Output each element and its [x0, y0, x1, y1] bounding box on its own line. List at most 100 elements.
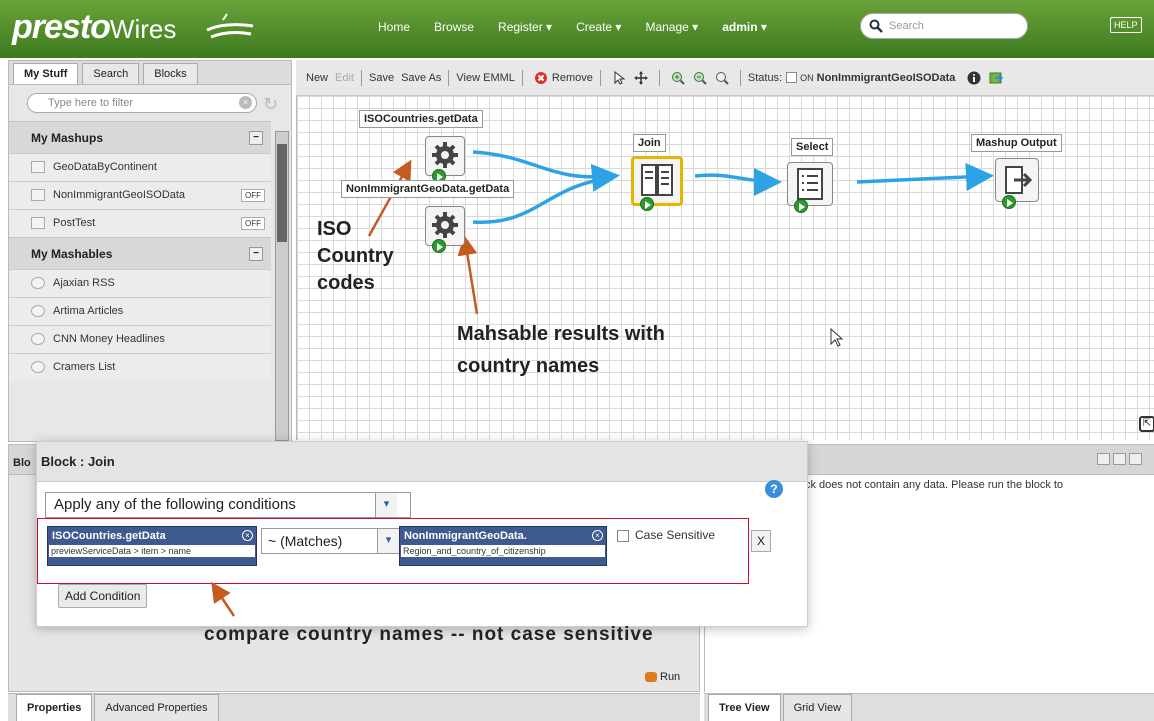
mashup-output-block[interactable] — [995, 158, 1039, 209]
mashup-icon — [31, 189, 45, 202]
save-button[interactable]: Save — [369, 72, 394, 84]
my-mashables-header[interactable]: My Mashables − — [9, 237, 271, 269]
mashable-item[interactable]: Artima Articles — [9, 297, 271, 325]
run-icon — [645, 672, 657, 683]
select-block-label: Select — [791, 138, 834, 156]
status-badge[interactable]: OFF — [241, 217, 265, 230]
collapse-icon[interactable]: − — [249, 131, 263, 145]
gear-icon — [432, 142, 458, 168]
operator-value: ~ (Matches) — [268, 533, 343, 549]
tab-grid-view[interactable]: Grid View — [782, 694, 853, 721]
remove-condition-button[interactable]: X — [751, 530, 771, 552]
globe-icon — [31, 305, 45, 318]
mashup-item[interactable]: PostTest OFF — [9, 209, 271, 237]
nav-browse[interactable]: Browse — [434, 20, 474, 34]
empty-data-message: ck does not contain any data. Please run… — [805, 479, 1064, 491]
move-icon[interactable] — [633, 70, 648, 85]
mashup-canvas[interactable]: ISOCountries.getData NonImmigrantGeoData… — [296, 96, 1154, 440]
clear-filter-icon[interactable]: × — [239, 96, 252, 109]
logo-bold-text: presto — [12, 8, 111, 46]
run-block-icon[interactable] — [1002, 195, 1016, 209]
remove-icon[interactable] — [534, 71, 548, 85]
minimize-icon[interactable] — [1113, 453, 1126, 465]
maximize-icon[interactable] — [1129, 453, 1142, 465]
main-nav: Home Browse Register ▾ Create ▾ Manage ▾… — [378, 20, 775, 34]
right-field-chip[interactable]: NonImmigrantGeoData. Region_and_country_… — [399, 526, 607, 566]
collapse-panel-icon[interactable] — [1097, 453, 1110, 465]
mashable-label: Artima Articles — [53, 305, 124, 317]
tab-tree-view[interactable]: Tree View — [708, 694, 781, 721]
zoom-in-icon[interactable] — [671, 71, 685, 85]
iso-block-label: ISOCountries.getData — [359, 110, 483, 128]
remove-button[interactable]: Remove — [552, 72, 593, 84]
output-icon — [1005, 166, 1033, 194]
my-mashups-title: My Mashups — [31, 131, 104, 145]
left-field-chip[interactable]: ISOCountries.getData previewServiceData … — [47, 526, 257, 566]
nav-home[interactable]: Home — [378, 20, 410, 34]
add-condition-button[interactable]: Add Condition — [58, 584, 148, 608]
help-icon[interactable]: ? — [765, 480, 783, 498]
tab-blocks[interactable]: Blocks — [143, 63, 198, 84]
mashable-item[interactable]: Cramers List — [9, 353, 271, 381]
nav-manage[interactable]: Manage ▾ — [645, 20, 698, 34]
my-mashups-header[interactable]: My Mashups − — [9, 121, 271, 153]
case-sensitive-checkbox[interactable] — [617, 529, 629, 542]
help-button[interactable]: HELP — [1110, 17, 1142, 33]
join-block[interactable] — [631, 156, 683, 211]
collapse-icon[interactable]: − — [249, 247, 263, 261]
tab-my-stuff[interactable]: My Stuff — [13, 63, 79, 84]
search-input[interactable]: Search — [860, 13, 1028, 39]
close-icon[interactable]: × — [242, 530, 253, 541]
save-as-button[interactable]: Save As — [401, 72, 441, 84]
filter-input[interactable]: Type here to filter × — [27, 93, 257, 113]
new-button[interactable]: New — [306, 72, 328, 84]
export-icon[interactable] — [989, 71, 1004, 85]
zoom-reset-icon[interactable] — [715, 71, 729, 85]
pointer-icon[interactable] — [612, 70, 626, 85]
mashup-item[interactable]: GeoDataByContinent — [9, 153, 271, 181]
status-on-label: ON — [800, 72, 814, 83]
view-emml-button[interactable]: View EMML — [456, 72, 514, 84]
condition-mode-select[interactable]: Apply any of the following conditions — [45, 492, 411, 518]
compare-annotation: compare country names -- not case sensit… — [204, 624, 654, 645]
info-icon[interactable] — [967, 71, 981, 85]
nav-register[interactable]: Register ▾ — [498, 20, 552, 34]
iso-getdata-block[interactable] — [425, 136, 465, 183]
run-block-icon[interactable] — [432, 239, 446, 253]
join-icon — [641, 164, 673, 196]
mashup-output-label: Mashup Output — [971, 134, 1062, 152]
divider — [360, 69, 362, 86]
select-block[interactable] — [787, 162, 833, 213]
tab-search[interactable]: Search — [82, 63, 140, 84]
refresh-icon[interactable]: ↻ — [263, 94, 278, 115]
block-panel-tabs: Properties Advanced Properties — [8, 693, 700, 721]
tab-advanced-properties[interactable]: Advanced Properties — [94, 694, 219, 721]
left-scrollbar[interactable] — [275, 131, 289, 441]
mashable-item[interactable]: CNN Money Headlines — [9, 325, 271, 353]
run-block-icon[interactable] — [794, 199, 808, 213]
user-menu[interactable]: admin ▾ — [722, 20, 767, 34]
run-block-icon[interactable] — [640, 197, 654, 211]
presto-logo[interactable]: prestoWires — [12, 8, 176, 47]
case-sensitive-option[interactable]: Case Sensitive — [617, 528, 715, 542]
status-checkbox[interactable] — [786, 72, 798, 83]
edit-button[interactable]: Edit — [335, 72, 354, 84]
scroll-thumb[interactable] — [277, 144, 287, 242]
annot-line: ISO — [317, 218, 352, 240]
chevron-down-icon[interactable]: ▾ — [377, 529, 399, 553]
mashup-label: PostTest — [53, 217, 96, 229]
mashable-item[interactable]: Ajaxian RSS — [9, 269, 271, 297]
top-header: prestoWires Home Browse Register ▾ Creat… — [0, 0, 1154, 58]
nonimmigrant-block-label: NonImmigrantGeoData.getData — [341, 180, 515, 198]
nav-create[interactable]: Create ▾ — [576, 20, 621, 34]
tab-properties[interactable]: Properties — [16, 694, 93, 721]
chevron-down-icon[interactable]: ▾ — [375, 493, 397, 517]
status-badge[interactable]: OFF — [241, 189, 265, 202]
zoom-out-icon[interactable] — [693, 71, 707, 85]
run-button[interactable]: Run — [645, 671, 680, 683]
left-panel: My Stuff Search Blocks Type here to filt… — [8, 60, 292, 442]
mashup-item[interactable]: NonImmigrantGeoISOData OFF — [9, 181, 271, 209]
close-icon[interactable]: × — [592, 530, 603, 541]
expand-icon[interactable]: ⇱ — [1139, 416, 1154, 432]
nonimmigrant-getdata-block[interactable] — [425, 206, 465, 253]
